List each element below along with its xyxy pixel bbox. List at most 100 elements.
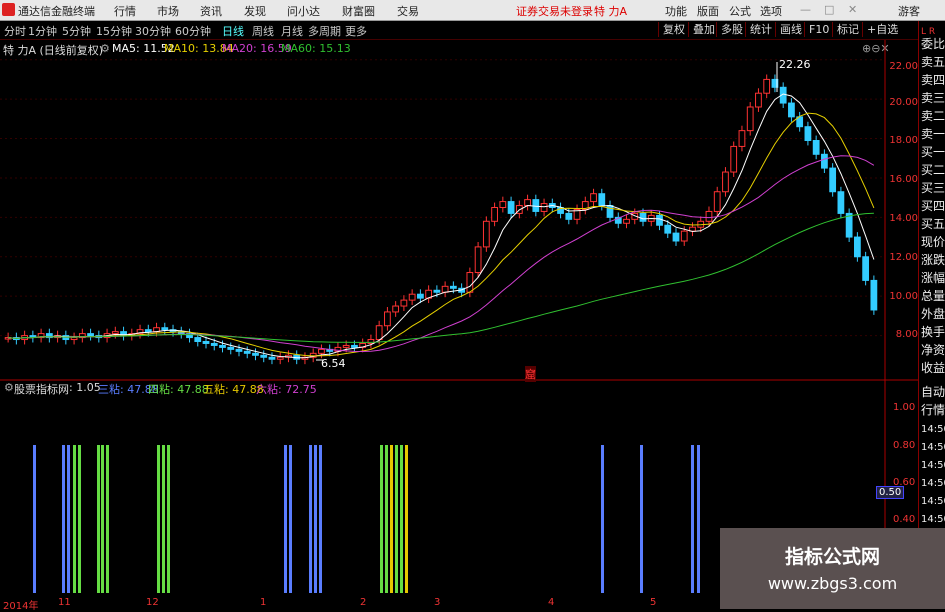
fuquan-button[interactable]: 复权	[658, 22, 689, 37]
side-mode-label[interactable]: 行情	[921, 401, 945, 419]
tab-15min[interactable]: 15分钟	[96, 23, 132, 39]
candle-body[interactable]	[788, 102, 795, 118]
candle-body[interactable]	[763, 78, 771, 94]
duogu-button[interactable]: 多股	[716, 22, 747, 37]
candle-body[interactable]	[722, 171, 729, 193]
candle-body[interactable]	[854, 236, 861, 258]
login-status[interactable]: 证券交易未登录	[516, 3, 593, 19]
candle-body[interactable]	[70, 337, 78, 341]
candle-body[interactable]	[466, 272, 474, 293]
tab-weekly[interactable]: 周线	[252, 23, 274, 39]
candle-body[interactable]	[664, 224, 672, 234]
candle-body[interactable]	[144, 329, 152, 333]
menu-xuanxiang[interactable]: 选项	[760, 3, 782, 19]
candle-body[interactable]	[243, 350, 251, 354]
candle-body[interactable]	[449, 285, 457, 289]
chart-area[interactable]	[0, 40, 918, 609]
candle-body[interactable]	[482, 220, 490, 248]
tab-multi[interactable]: 多周期	[308, 23, 341, 39]
candle-body[interactable]	[755, 92, 762, 108]
menu-gongneng[interactable]: 功能	[665, 3, 687, 19]
menu-wenxiaoda[interactable]: 问小达	[287, 3, 320, 19]
candle-body[interactable]	[639, 212, 647, 222]
zixuan-button[interactable]: +自选	[862, 22, 902, 37]
candle-body[interactable]	[590, 193, 597, 203]
candle-body[interactable]	[507, 201, 515, 214]
huaxian-button[interactable]: 画线	[775, 22, 806, 37]
biaoji-button[interactable]: 标记	[832, 22, 863, 37]
candle-body[interactable]	[408, 293, 416, 301]
candle-body[interactable]	[804, 126, 812, 141]
candle-body[interactable]	[491, 207, 498, 222]
menu-jiaoyi[interactable]: 交易	[397, 3, 419, 19]
candle-body[interactable]	[821, 153, 828, 169]
candle-body[interactable]	[623, 218, 630, 224]
candle-body[interactable]	[746, 106, 754, 132]
candle-body[interactable]	[730, 145, 738, 173]
candle-body[interactable]	[829, 167, 837, 193]
indicator-settings-icon[interactable]: ⚙	[4, 381, 14, 394]
candle-body[interactable]	[565, 212, 573, 220]
tab-5min[interactable]: 5分钟	[62, 23, 91, 39]
candle-body[interactable]	[111, 331, 119, 335]
candle-body[interactable]	[375, 325, 383, 341]
diejia-button[interactable]: 叠加	[688, 22, 719, 37]
candle-body[interactable]	[540, 203, 548, 212]
candle-body[interactable]	[837, 191, 845, 214]
side-mode-label[interactable]: 自动	[921, 383, 945, 401]
maximize-icon[interactable]: □	[824, 3, 834, 16]
candle-body[interactable]	[672, 232, 680, 242]
menu-faxian[interactable]: 发现	[244, 3, 266, 19]
minimize-icon[interactable]: —	[800, 3, 811, 16]
candle-body[interactable]	[87, 333, 94, 337]
menu-hangqing[interactable]: 行情	[114, 3, 136, 19]
candle-body[interactable]	[524, 199, 531, 207]
menu-caifuquan[interactable]: 财富圈	[342, 3, 375, 19]
candle-body[interactable]	[235, 348, 243, 352]
f10-button[interactable]: F10	[804, 22, 833, 37]
candle-body[interactable]	[433, 289, 441, 293]
candle-body[interactable]	[862, 256, 870, 281]
tongji-button[interactable]: 统计	[745, 22, 776, 37]
candle-body[interactable]	[705, 210, 713, 222]
candle-body[interactable]	[252, 352, 259, 356]
tab-more[interactable]: 更多	[345, 23, 367, 39]
candle-body[interactable]	[268, 356, 276, 360]
tab-monthly[interactable]: 月线	[281, 23, 303, 39]
candle-body[interactable]	[606, 205, 614, 218]
candle-body[interactable]	[161, 327, 169, 331]
tab-60min[interactable]: 60分钟	[175, 23, 211, 39]
menu-banmian[interactable]: 版面	[697, 3, 719, 19]
candle-body[interactable]	[260, 354, 268, 358]
candle-body[interactable]	[400, 299, 408, 307]
candle-body[interactable]	[384, 311, 391, 327]
tab-30min[interactable]: 30分钟	[135, 23, 171, 39]
candle-body[interactable]	[202, 341, 210, 344]
candle-body[interactable]	[276, 356, 284, 360]
candle-body[interactable]	[812, 140, 820, 155]
candle-body[interactable]	[227, 346, 235, 350]
candle-body[interactable]	[680, 230, 688, 242]
candle-body[interactable]	[441, 285, 449, 293]
user-label[interactable]: 游客	[898, 3, 920, 19]
candle-body[interactable]	[318, 348, 325, 354]
tab-fenshi[interactable]: 分时	[4, 23, 26, 39]
candle-body[interactable]	[210, 342, 218, 346]
candle-body[interactable]	[499, 201, 507, 209]
tab-1min[interactable]: 1分钟	[28, 23, 57, 39]
candle-body[interactable]	[713, 191, 721, 212]
candle-body[interactable]	[342, 344, 350, 348]
candle-body[interactable]	[598, 193, 606, 207]
candle-body[interactable]	[392, 305, 400, 313]
menu-zixun[interactable]: 资讯	[200, 3, 222, 19]
close-icon[interactable]: ✕	[848, 3, 857, 16]
candle-body[interactable]	[656, 214, 663, 226]
candle-body[interactable]	[194, 337, 202, 343]
candle-body[interactable]	[219, 344, 226, 348]
candle-body[interactable]	[474, 246, 482, 274]
menu-shichang[interactable]: 市场	[157, 3, 179, 19]
menu-gongshi[interactable]: 公式	[729, 3, 751, 19]
candle-body[interactable]	[532, 199, 540, 212]
candle-body[interactable]	[417, 293, 424, 299]
candle-body[interactable]	[738, 130, 746, 147]
